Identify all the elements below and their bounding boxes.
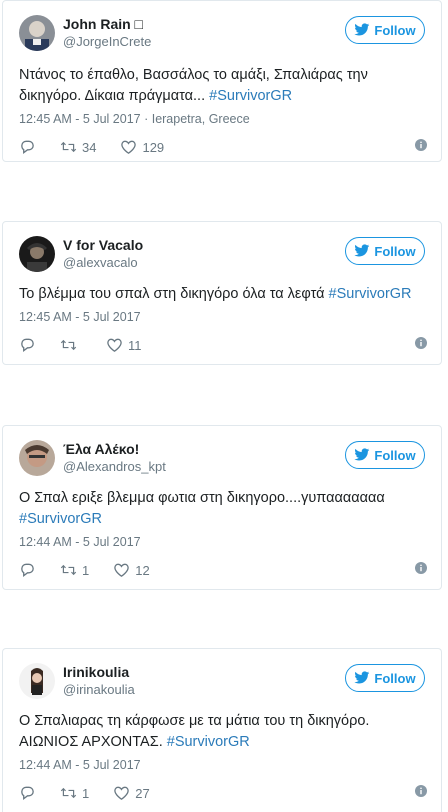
user-handle[interactable]: @alexvacalo: [63, 254, 143, 272]
reply-button[interactable]: [19, 337, 36, 353]
user-handle[interactable]: @JorgeInCrete: [63, 33, 151, 51]
heart-icon: [121, 140, 137, 154]
reply-icon: [21, 140, 34, 154]
tweet-header: Irinikoulia @irinakoulia Follow: [19, 661, 427, 703]
display-name[interactable]: V for Vacalo: [63, 236, 143, 254]
tweet-header: Έλα Αλέκο! @Alexandros_kpt Follow: [19, 438, 427, 480]
follow-button[interactable]: Follow: [345, 237, 425, 265]
tweet-body: Ο Σπαλ εριξε βλεμμα φωτια στη δικηγορο..…: [19, 490, 385, 506]
tweet-header: John Rain □ @JorgeInCrete Follow: [19, 13, 427, 55]
hashtag-link[interactable]: #SurvivorGR: [167, 734, 250, 750]
tweet-text: Ο Σπαλιαρας τη κάρφωσε με τα μάτια του τ…: [19, 711, 427, 753]
info-icon[interactable]: [415, 139, 427, 151]
heart-icon: [114, 563, 130, 577]
tweet-text: Ο Σπαλ εριξε βλεμμα φωτια στη δικηγορο..…: [19, 488, 427, 530]
tweet-meta: 12:44 AM - 5 Jul 2017: [19, 533, 427, 551]
follow-label: Follow: [374, 22, 416, 38]
retweet-icon: [60, 141, 77, 153]
reply-button[interactable]: [19, 785, 36, 801]
tweet-actions: 11: [19, 334, 427, 356]
tweet-card: V for Vacalo @alexvacalo Follow Το βλέμμ…: [2, 221, 442, 365]
twitter-bird-icon: [354, 244, 370, 257]
follow-button[interactable]: Follow: [345, 16, 425, 44]
follow-label: Follow: [374, 447, 416, 463]
retweet-button[interactable]: [60, 337, 82, 353]
reply-icon: [21, 563, 34, 577]
tweet-card: John Rain □ @JorgeInCrete Follow Ντάνος …: [2, 0, 442, 162]
follow-button[interactable]: Follow: [345, 441, 425, 469]
tweet-actions: 1 12: [19, 559, 427, 581]
retweet-button[interactable]: 1: [60, 562, 89, 578]
reply-button[interactable]: [19, 139, 36, 155]
avatar[interactable]: [19, 440, 55, 476]
tweet-meta: 12:45 AM - 5 Jul 2017: [19, 308, 427, 326]
avatar[interactable]: [19, 663, 55, 699]
like-count: 12: [135, 562, 150, 578]
avatar[interactable]: [19, 236, 55, 272]
retweet-count: 34: [82, 139, 97, 155]
heart-icon: [107, 338, 122, 352]
tweet-body: Το βλέμμα του σπαλ στη δικηγόρο όλα τα λ…: [19, 286, 329, 302]
like-count: 27: [135, 785, 150, 801]
like-count: 11: [128, 337, 142, 353]
retweet-icon: [60, 564, 77, 576]
tweet-meta: 12:44 AM - 5 Jul 2017: [19, 756, 427, 774]
twitter-bird-icon: [354, 23, 370, 36]
info-icon[interactable]: [415, 785, 427, 797]
tweet-actions: 1 27: [19, 782, 427, 804]
info-icon[interactable]: [415, 562, 427, 574]
user-handle[interactable]: @Alexandros_kpt: [63, 458, 166, 476]
display-name[interactable]: John Rain □: [63, 15, 151, 33]
hashtag-link[interactable]: #SurvivorGR: [209, 88, 292, 104]
info-icon[interactable]: [415, 337, 427, 349]
timestamp[interactable]: 12:44 AM - 5 Jul 2017: [19, 758, 141, 772]
reply-button[interactable]: [19, 562, 36, 578]
tweet-header: V for Vacalo @alexvacalo Follow: [19, 234, 427, 276]
tweet-text: Ντάνος το έπαθλο, Βασσάλος το αμάξι, Σπα…: [19, 65, 427, 107]
timestamp[interactable]: 12:44 AM - 5 Jul 2017: [19, 535, 141, 549]
location[interactable]: Ierapetra, Greece: [152, 112, 250, 126]
retweet-icon: [60, 787, 77, 799]
retweet-button[interactable]: 1: [60, 785, 89, 801]
like-button[interactable]: 27: [113, 785, 150, 801]
like-button[interactable]: 12: [113, 562, 150, 578]
tweet-body: Ντάνος το έπαθλο, Βασσάλος το αμάξι, Σπα…: [19, 67, 368, 104]
tweet-text: Το βλέμμα του σπαλ στη δικηγόρο όλα τα λ…: [19, 284, 427, 305]
user-handle[interactable]: @irinakoulia: [63, 681, 135, 699]
hashtag-link[interactable]: #SurvivorGR: [19, 511, 102, 527]
reply-icon: [21, 338, 34, 352]
like-count: 129: [142, 139, 165, 155]
avatar[interactable]: [19, 15, 55, 51]
display-name[interactable]: Irinikoulia: [63, 663, 135, 681]
tweet-actions: 34 129: [19, 136, 427, 158]
retweet-count: 1: [82, 562, 90, 578]
tweet-card: Irinikoulia @irinakoulia Follow Ο Σπαλια…: [2, 648, 442, 812]
tweet-meta: 12:45 AM - 5 Jul 2017 · Ierapetra, Greec…: [19, 112, 250, 126]
display-name[interactable]: Έλα Αλέκο!: [63, 440, 166, 458]
twitter-bird-icon: [354, 448, 370, 461]
reply-icon: [21, 786, 34, 800]
timestamp[interactable]: 12:45 AM - 5 Jul 2017: [19, 310, 141, 324]
retweet-icon: [60, 339, 77, 351]
tweet-card: Έλα Αλέκο! @Alexandros_kpt Follow Ο Σπαλ…: [2, 425, 442, 590]
follow-label: Follow: [374, 670, 416, 686]
twitter-bird-icon: [354, 671, 370, 684]
timestamp[interactable]: 12:45 AM - 5 Jul 2017: [19, 112, 141, 126]
follow-label: Follow: [374, 243, 416, 259]
retweet-count: 1: [82, 785, 90, 801]
heart-icon: [114, 786, 130, 800]
like-button[interactable]: 11: [106, 337, 142, 353]
retweet-button[interactable]: 34: [60, 139, 96, 155]
hashtag-link[interactable]: #SurvivorGR: [329, 286, 412, 302]
follow-button[interactable]: Follow: [345, 664, 425, 692]
like-button[interactable]: 129: [120, 139, 164, 155]
